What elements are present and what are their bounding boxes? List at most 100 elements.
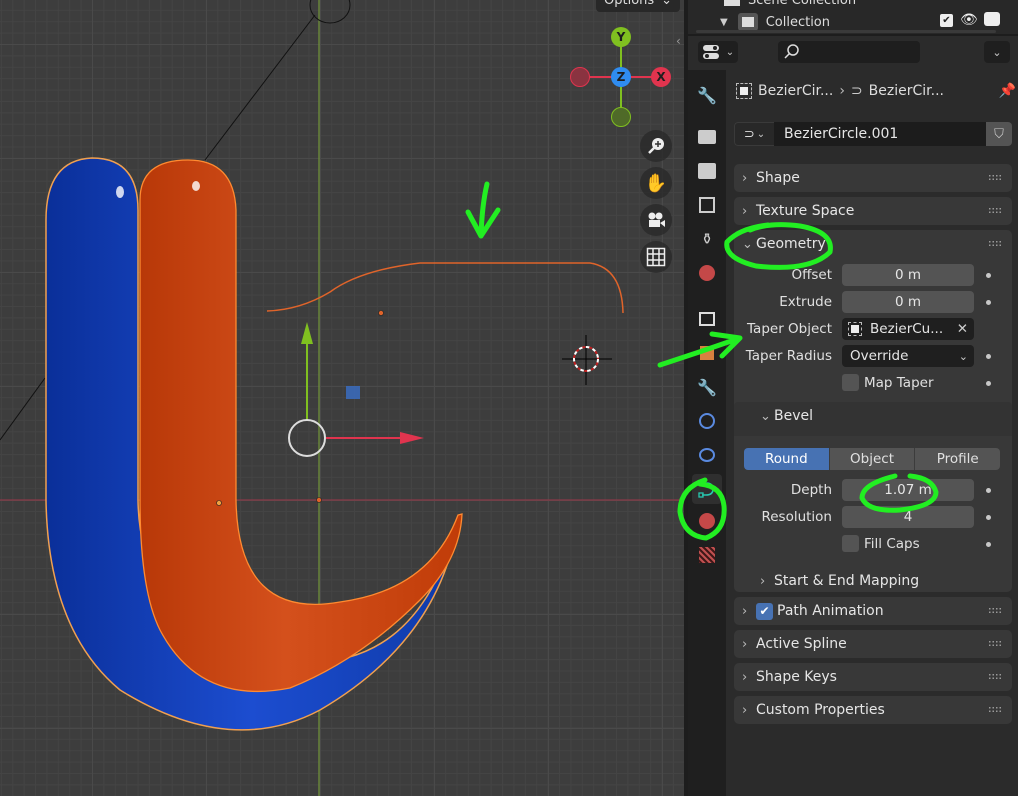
tab-tool[interactable]: 🔧 bbox=[692, 80, 722, 110]
panel-title: Shape bbox=[756, 170, 800, 186]
resolution-row: Resolution 4 bbox=[734, 506, 1012, 528]
panel-shape[interactable]: › Shape bbox=[734, 164, 1012, 192]
chevron-right-icon: › bbox=[760, 573, 766, 589]
bevel-mode-round[interactable]: Round bbox=[744, 448, 830, 470]
breadcrumb-object[interactable]: BezierCir... bbox=[758, 83, 833, 99]
map-taper-checkbox[interactable] bbox=[842, 374, 859, 391]
panel-title: Active Spline bbox=[756, 636, 847, 652]
datablock-browse-button[interactable]: ⊃ ⌄ bbox=[734, 122, 774, 146]
tab-physics[interactable] bbox=[692, 440, 722, 470]
path-animation-checkbox[interactable]: ✔ bbox=[756, 602, 773, 620]
tab-object[interactable] bbox=[692, 338, 722, 368]
resolution-field[interactable]: 4 bbox=[842, 506, 974, 528]
tab-render[interactable] bbox=[692, 122, 722, 152]
gizmo-z-axis[interactable]: Z bbox=[611, 67, 631, 87]
fill-caps-checkbox[interactable] bbox=[842, 535, 859, 552]
gizmo-y-axis[interactable]: Y bbox=[611, 27, 631, 47]
keyframe-dot-icon[interactable] bbox=[986, 354, 991, 359]
tab-modifiers[interactable]: 🔧 bbox=[692, 372, 722, 402]
gizmo-neg-y-axis[interactable] bbox=[611, 107, 631, 127]
collection-label[interactable]: Collection bbox=[766, 15, 830, 30]
offset-label: Offset bbox=[791, 267, 832, 283]
panel-path-animation[interactable]: › ✔ Path Animation bbox=[734, 597, 1012, 625]
keyframe-dot-icon[interactable] bbox=[986, 300, 991, 305]
options-dropdown-button[interactable]: ⌄ bbox=[984, 41, 1010, 63]
bevel-mode-object[interactable]: Object bbox=[829, 448, 916, 470]
curve-data-icon: ⊃ bbox=[850, 83, 863, 99]
drag-handle-icon[interactable] bbox=[988, 706, 1002, 713]
extrude-label: Extrude bbox=[779, 294, 832, 310]
zoom-button[interactable] bbox=[640, 130, 672, 162]
3d-cursor bbox=[562, 335, 612, 385]
scene-collection-label[interactable]: Scene Collection bbox=[748, 0, 856, 8]
taper-radius-select[interactable]: Override ⌄ bbox=[842, 345, 974, 367]
pan-button[interactable]: ✋ bbox=[640, 167, 672, 199]
drag-handle-icon[interactable] bbox=[988, 240, 1002, 247]
drag-handle-icon[interactable] bbox=[988, 174, 1002, 181]
gizmo-x-axis[interactable]: X bbox=[651, 67, 671, 87]
scene-canvas bbox=[0, 0, 684, 796]
panel-title: Bevel bbox=[774, 408, 814, 424]
keyframe-dot-icon[interactable] bbox=[986, 542, 991, 547]
properties-editor-icon bbox=[702, 45, 719, 59]
panel-texture-space[interactable]: › Texture Space bbox=[734, 197, 1012, 225]
hand-icon: ✋ bbox=[644, 172, 668, 194]
tab-collection[interactable] bbox=[692, 304, 722, 334]
outliner-scrollbar[interactable] bbox=[696, 30, 996, 33]
offset-field[interactable]: 0 m bbox=[842, 264, 974, 286]
drag-handle-icon[interactable] bbox=[988, 207, 1002, 214]
map-taper-label: Map Taper bbox=[864, 375, 934, 391]
options-dropdown[interactable]: Options ⌄ bbox=[596, 0, 680, 12]
tab-view-layer[interactable] bbox=[692, 190, 722, 220]
ortho-toggle-button[interactable] bbox=[640, 241, 672, 273]
search-input[interactable] bbox=[778, 41, 920, 63]
tab-output[interactable] bbox=[692, 156, 722, 186]
tab-texture[interactable] bbox=[692, 540, 722, 570]
tab-curve-data[interactable] bbox=[692, 474, 722, 504]
sidebar-toggle-icon[interactable]: ‹ bbox=[676, 34, 681, 48]
gizmo-neg-x-axis[interactable] bbox=[570, 67, 590, 87]
tool-icon: 🔧 bbox=[697, 85, 717, 105]
panel-active-spline[interactable]: › Active Spline bbox=[734, 630, 1012, 658]
keyframe-dot-icon[interactable] bbox=[986, 488, 991, 493]
tab-scene[interactable]: ⚱ bbox=[692, 224, 722, 254]
chevron-down-icon: ⌄ bbox=[725, 46, 735, 58]
exclude-checkbox[interactable]: ✔ bbox=[940, 14, 953, 27]
drag-handle-icon[interactable] bbox=[988, 607, 1002, 614]
chevron-down-icon: ⌄ bbox=[958, 349, 968, 363]
tab-world[interactable] bbox=[692, 258, 722, 288]
render-camera-icon[interactable] bbox=[984, 12, 1000, 26]
bevel-header[interactable]: ⌄ Bevel bbox=[734, 402, 1012, 430]
depth-field[interactable]: 1.07 m bbox=[842, 479, 974, 501]
chevron-right-icon: › bbox=[742, 702, 748, 718]
fake-user-button[interactable]: ⛉ bbox=[986, 122, 1012, 146]
camera-view-button[interactable] bbox=[640, 204, 672, 236]
close-icon[interactable]: ✕ bbox=[957, 321, 968, 337]
curve-data-icon bbox=[698, 480, 714, 498]
eye-icon[interactable]: 👁 bbox=[960, 12, 978, 28]
subpanel-start-end-mapping[interactable]: › Start & End Mapping bbox=[734, 570, 1012, 592]
breadcrumb-data[interactable]: BezierCir... bbox=[869, 83, 944, 99]
tab-material[interactable] bbox=[692, 506, 722, 536]
keyframe-dot-icon[interactable] bbox=[986, 515, 991, 520]
chevron-down-icon: ⌄ bbox=[742, 236, 753, 252]
panel-custom-properties[interactable]: › Custom Properties bbox=[734, 696, 1012, 724]
keyframe-dot-icon[interactable] bbox=[986, 381, 991, 386]
taper-object-field[interactable]: BezierCu... ✕ bbox=[842, 318, 974, 340]
bevel-mode-profile[interactable]: Profile bbox=[915, 448, 1000, 470]
geometry-header[interactable]: ⌄ Geometry bbox=[734, 230, 1012, 258]
object-icon bbox=[700, 346, 714, 360]
expand-triangle-icon[interactable]: ▼ bbox=[720, 17, 728, 28]
chevron-right-icon: › bbox=[742, 170, 748, 186]
datablock-name-field[interactable]: BezierCircle.001 bbox=[774, 122, 986, 146]
drag-handle-icon[interactable] bbox=[988, 640, 1002, 647]
keyframe-dot-icon[interactable] bbox=[986, 273, 991, 278]
pin-icon[interactable]: 📌 bbox=[999, 83, 1016, 99]
extrude-row: Extrude 0 m bbox=[734, 291, 1012, 313]
tab-particles[interactable] bbox=[692, 406, 722, 436]
extrude-field[interactable]: 0 m bbox=[842, 291, 974, 313]
3d-viewport[interactable]: Options ⌄ Y Z X ✋ ‹ bbox=[0, 0, 684, 796]
drag-handle-icon[interactable] bbox=[988, 673, 1002, 680]
editor-type-button[interactable]: ⌄ bbox=[698, 41, 738, 63]
panel-shape-keys[interactable]: › Shape Keys bbox=[734, 663, 1012, 691]
